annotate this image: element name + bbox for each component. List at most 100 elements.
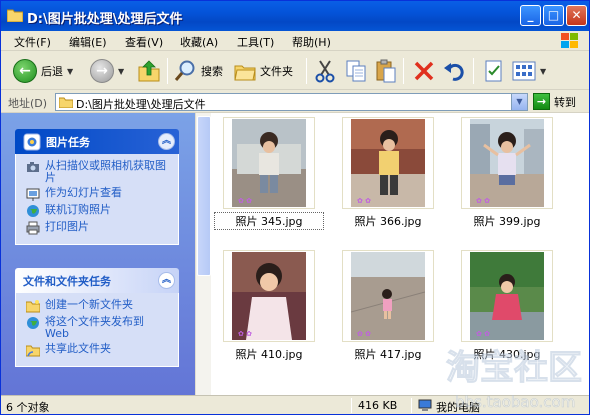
printer-icon [26,221,40,235]
photo-image: ✿ ✿ [232,119,306,207]
task-share-folder[interactable]: 共享此文件夹 [26,343,170,357]
scrollbar-thumb[interactable] [197,116,211,276]
file-name[interactable]: 照片 417.jpg [334,346,442,362]
forward-arrow-icon: → [90,59,114,83]
folders-label: 文件夹 [260,65,293,78]
photo-image: ✿ ✿ [470,119,544,207]
svg-text:✿ ✿: ✿ ✿ [238,197,252,205]
file-name[interactable]: 照片 345.jpg [214,212,324,230]
task-label: 从扫描仪或照相机获取图片 [45,159,166,184]
task-new-folder[interactable]: 创建一个新文件夹 [26,299,170,313]
menu-help[interactable]: 帮助(H) [292,34,331,50]
chevron-down-icon[interactable]: ▼ [118,67,124,76]
chevron-down-icon[interactable]: ▼ [511,94,527,110]
menu-edit[interactable]: 编辑(E) [69,34,107,50]
properties-icon [485,60,502,82]
folders-button[interactable]: 文件夹 [234,57,293,85]
properties-button[interactable] [483,57,505,85]
file-name[interactable]: 照片 399.jpg [453,213,561,229]
copy-button[interactable] [345,57,367,85]
task-publish-web[interactable]: 将这个文件夹发布到 Web [26,316,170,340]
up-folder-button[interactable] [137,57,161,85]
go-button[interactable]: → 转到 [533,93,576,110]
address-value: D:\图片批处理\处理后文件 [76,98,206,111]
undo-icon [444,63,464,81]
menu-file[interactable]: 文件(F) [14,34,51,50]
menu-view[interactable]: 查看(V) [125,34,163,50]
task-label: 打印图片 [45,220,89,233]
scissors-icon [315,60,335,83]
chevron-down-icon[interactable]: ▼ [67,67,73,76]
menu-tools[interactable]: 工具(T) [237,34,274,50]
task-order-prints[interactable]: 联机订购照片 [26,204,170,218]
undo-button[interactable] [443,57,465,85]
collapse-icon[interactable]: ︽ [158,133,175,150]
window-title: D:\图片批处理\处理后文件 [27,12,183,27]
cut-button[interactable] [314,57,336,85]
task-pane: 图片任务 ︽ 从扫描仪或照相机获取图片 作为幻灯片查看 联机订购照片 打印图片 … [1,113,195,395]
views-button[interactable]: ▼ [512,57,546,85]
back-button[interactable]: ← 后退 ▼ [13,57,73,85]
thumbnail-frame: ✿ ✿ [461,117,553,209]
status-divider [411,398,412,413]
menu-favorites[interactable]: 收藏(A) [180,34,218,50]
search-button[interactable]: 搜索 [173,57,223,85]
search-label: 搜索 [201,65,223,78]
thumbnail-frame: ✿ ✿ [342,250,434,342]
folders-icon [234,65,256,81]
file-tasks-header[interactable]: 文件和文件夹任务 ︽ [15,268,179,293]
file-tasks-title: 文件和文件夹任务 [23,274,111,288]
picture-tasks-panel: 图片任务 ︽ 从扫描仪或照相机获取图片 作为幻灯片查看 联机订购照片 打印图片 [15,129,179,245]
file-name[interactable]: 照片 366.jpg [334,213,442,229]
file-name[interactable]: 照片 410.jpg [215,346,323,362]
collapse-icon[interactable]: ︽ [158,272,175,289]
file-tasks-panel: 文件和文件夹任务 ︽ 创建一个新文件夹 将这个文件夹发布到 Web 共享此文件夹 [15,268,179,367]
svg-text:✿ ✿: ✿ ✿ [476,197,490,205]
task-label: 将这个文件夹发布到 Web [45,315,144,340]
windows-logo-icon [561,33,578,48]
file-name[interactable]: 照片 430.jpg [453,346,561,362]
globe-icon [27,205,39,217]
close-button[interactable]: ✕ [566,5,587,26]
title-bar[interactable]: D:\图片批处理\处理后文件 _ □ ✕ [1,1,589,31]
total-size: 416 KB [358,399,398,412]
photo-image: ✿ ✿ [351,252,425,340]
task-print-pictures[interactable]: 打印图片 [26,221,170,235]
chevron-down-icon[interactable]: ▼ [540,67,546,76]
delete-button[interactable] [413,57,435,85]
thumbnail-frame: ✿ ✿ [223,117,315,209]
camera-icon [27,162,39,172]
task-pane-scrollbar[interactable] [195,113,211,395]
task-label: 共享此文件夹 [45,342,111,355]
computer-icon [418,399,432,411]
thumbnail-frame: ✿ ✿ [461,250,553,342]
back-label: 后退 [41,65,63,78]
slideshow-icon [26,188,40,201]
folder-icon [7,9,23,22]
file-tasks-list: 创建一个新文件夹 将这个文件夹发布到 Web 共享此文件夹 [15,293,179,367]
globe-icon [27,317,39,329]
picture-tasks-title: 图片任务 [46,135,90,149]
maximize-button[interactable]: □ [543,5,564,26]
object-count: 6 个对象 [6,401,50,414]
picture-tasks-list: 从扫描仪或照相机获取图片 作为幻灯片查看 联机订购照片 打印图片 [15,154,179,245]
address-input[interactable]: D:\图片批处理\处理后文件 ▼ [55,93,528,111]
paste-button[interactable] [375,57,397,85]
paste-icon [376,59,396,83]
address-bar: 地址(D) D:\图片批处理\处理后文件 ▼ → 转到 [1,91,589,113]
folder-icon [59,97,73,108]
task-slideshow[interactable]: 作为幻灯片查看 [26,187,170,201]
explorer-window: D:\图片批处理\处理后文件 _ □ ✕ 文件(F) 编辑(E) 查看(V) 收… [0,0,590,415]
minimize-button[interactable]: _ [520,5,541,26]
task-label: 作为幻灯片查看 [45,186,122,199]
picture-tasks-icon [23,133,41,150]
status-divider [351,398,352,413]
forward-button[interactable]: → ▼ [90,57,124,85]
picture-tasks-header[interactable]: 图片任务 ︽ [15,129,179,154]
task-get-pictures[interactable]: 从扫描仪或照相机获取图片 [26,160,170,184]
toolbar: ← 后退 ▼ → ▼ 搜索 文件夹 ▼ [1,52,589,90]
go-arrow-icon: → [533,93,550,110]
views-icon [512,61,536,81]
new-folder-icon [26,300,40,313]
toolbar-separator [167,58,168,84]
